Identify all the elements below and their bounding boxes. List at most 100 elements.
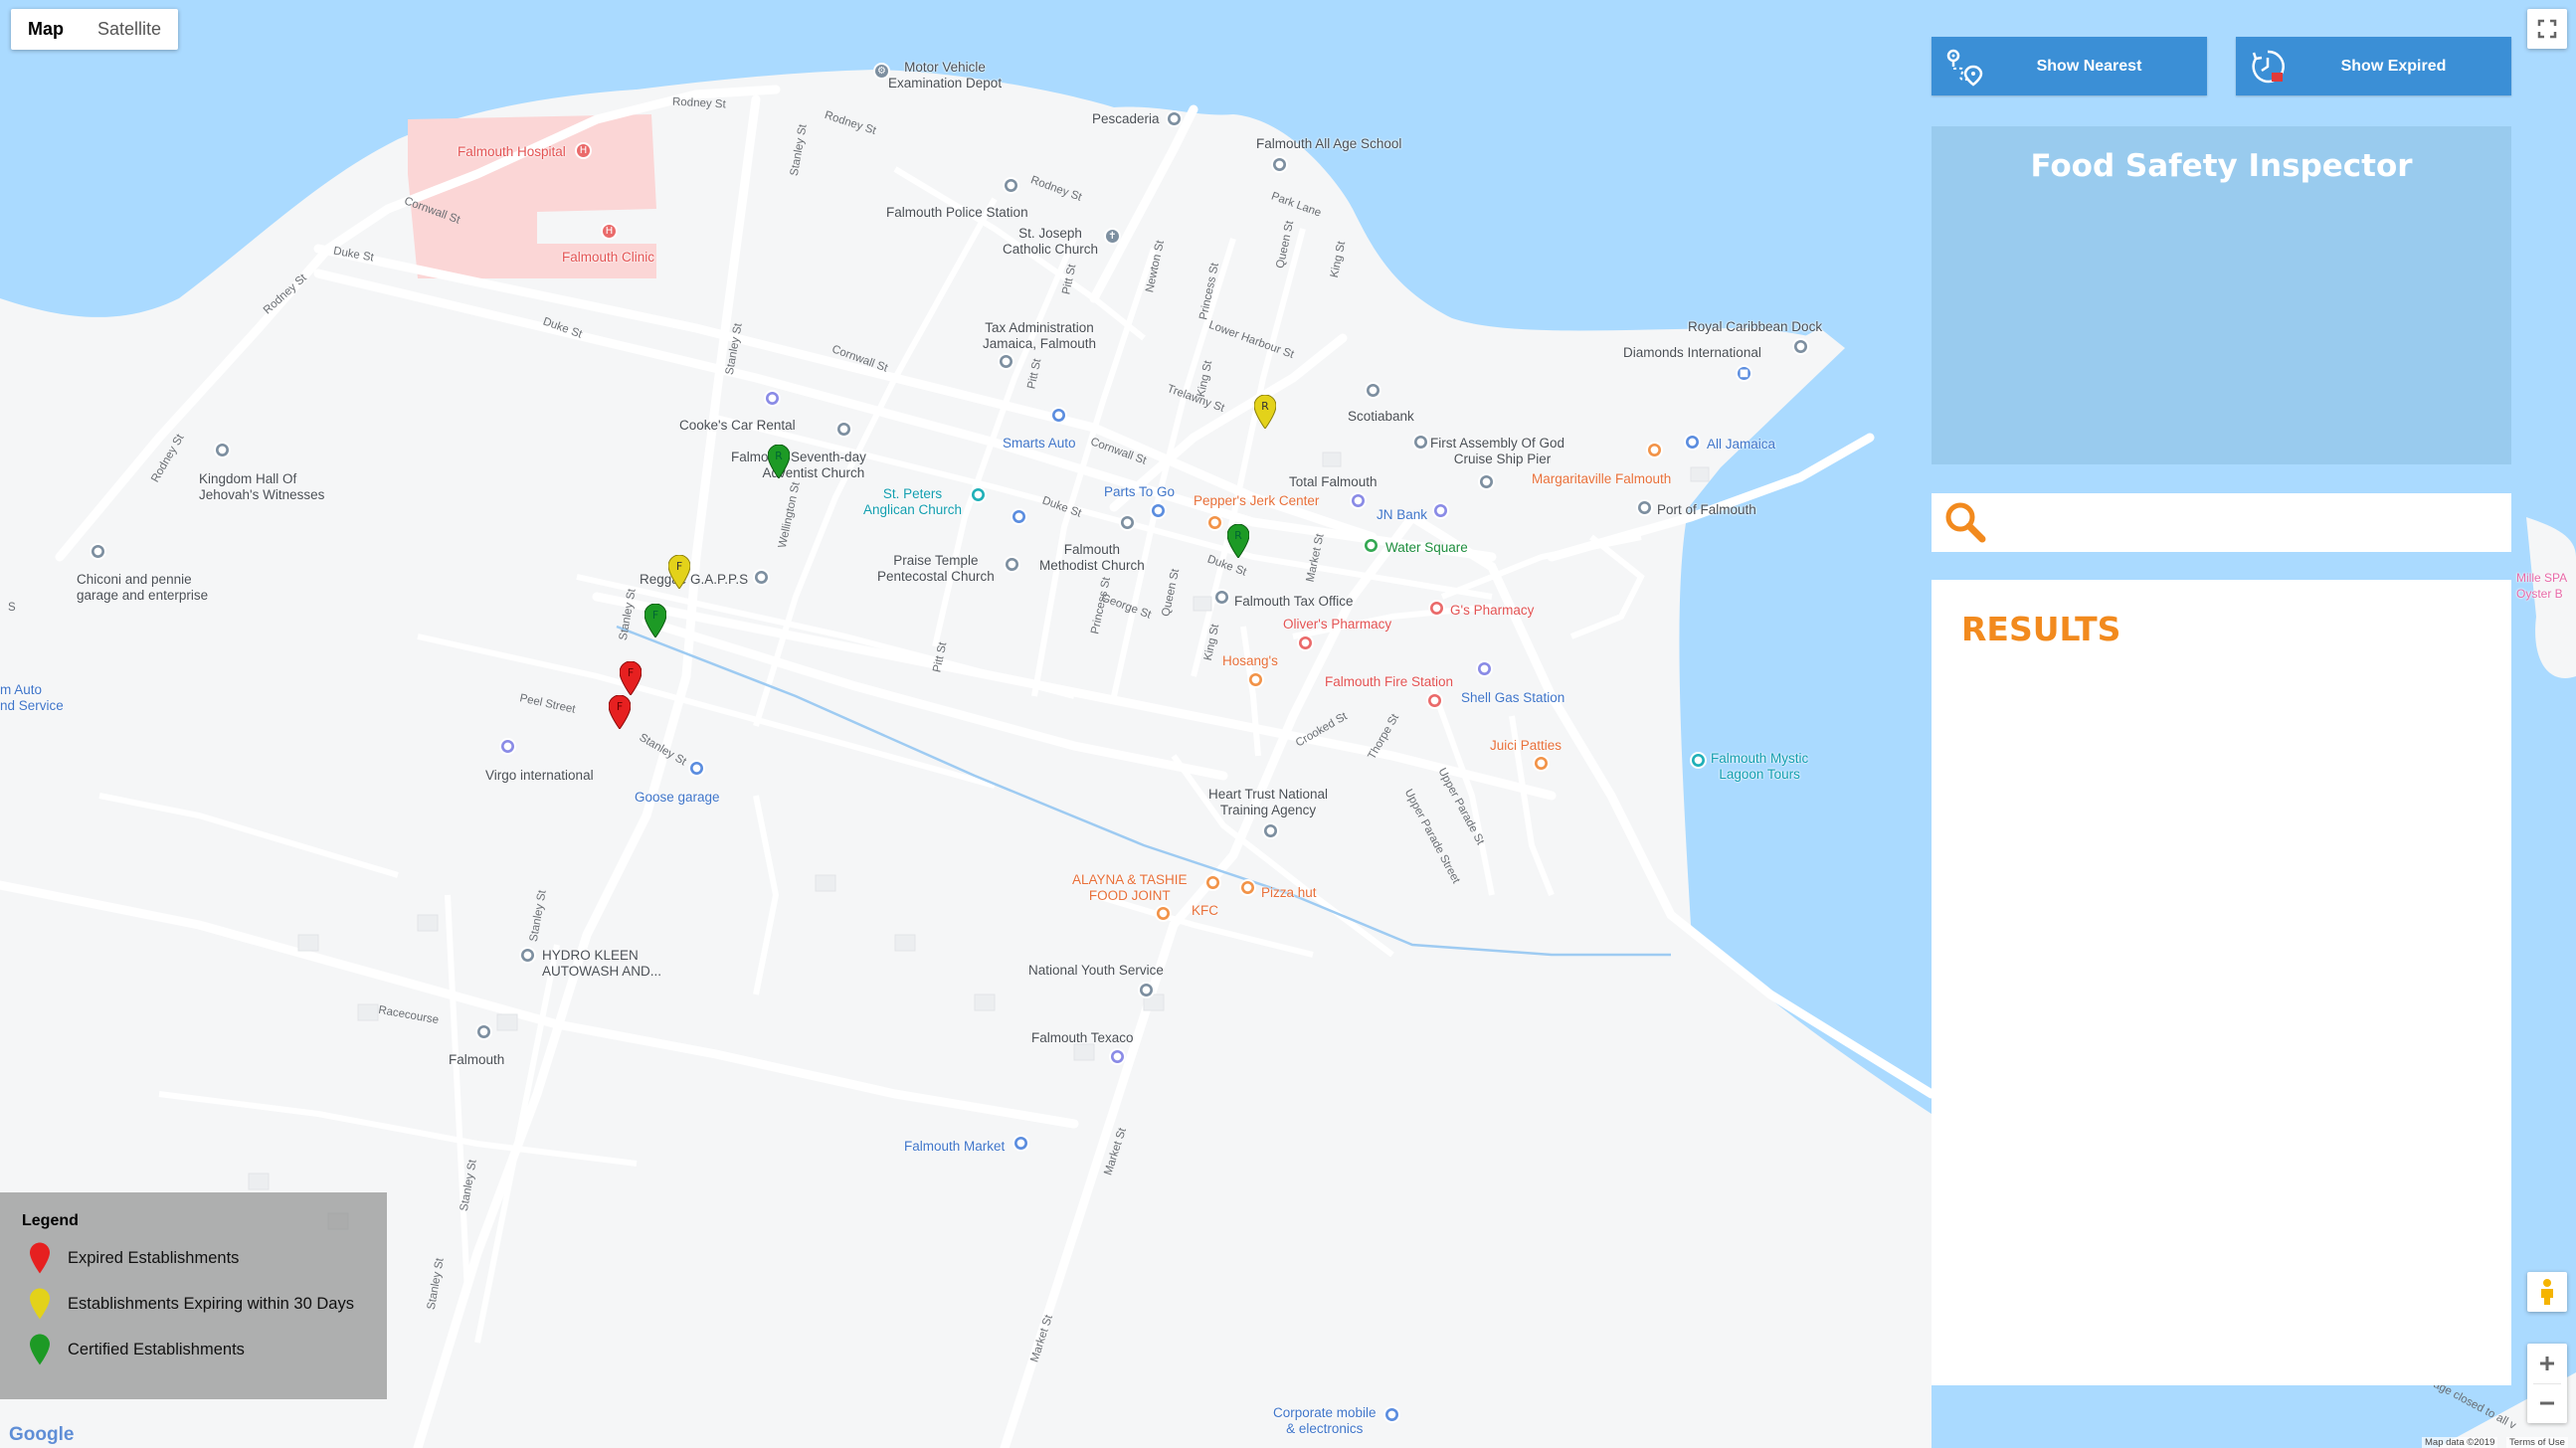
poi-label-jn-bank[interactable]: JN Bank [1377,507,1427,523]
poi-label-auto-service[interactable]: m Auto nd Service [0,682,64,714]
church-icon[interactable]: ● [1412,434,1429,451]
poi-label-all-jamaica[interactable]: All Jamaica [1707,437,1775,452]
fire-station-icon[interactable]: ● [1426,692,1443,709]
restaurant-icon[interactable]: ● [1204,874,1221,891]
poi-icon[interactable]: ● [499,738,516,755]
poi-icon[interactable]: ● [1690,752,1707,769]
church-icon[interactable]: ✝ [1104,228,1121,245]
school-icon[interactable]: ● [1271,156,1288,173]
establishment-marker[interactable]: F [667,554,691,590]
poi-label-st-peters[interactable]: St. Peters Anglican Church [863,486,962,518]
poi-label-virgo[interactable]: Virgo international [485,768,594,784]
shopping-icon[interactable]: ● [1684,434,1701,451]
poi-label-fire-station[interactable]: Falmouth Fire Station [1325,674,1453,690]
establishment-marker[interactable]: F [608,694,632,730]
poi-label-pizza-hut[interactable]: Pizza hut [1261,885,1317,901]
car-icon[interactable]: ● [764,390,781,407]
church-icon[interactable]: ● [214,442,231,458]
street-view-pegman[interactable] [2527,1272,2567,1312]
poi-label-praise-temple[interactable]: Praise Temple Pentecostal Church [877,553,995,585]
poi-icon[interactable]: ● [519,947,536,964]
poi-label-alayna[interactable]: ALAYNA & TASHIE FOOD JOINT [1072,872,1188,904]
poi-label-diamonds[interactable]: Diamonds International [1623,345,1761,361]
establishment-marker[interactable]: R [1226,523,1250,559]
poi-icon[interactable]: ● [753,569,770,586]
restaurant-icon[interactable]: ● [1533,755,1550,772]
poi-label-all-age-school[interactable]: Falmouth All Age School [1256,136,1401,152]
poi-label-heart-trust[interactable]: Heart Trust National Training Agency [1208,787,1328,818]
poi-label-chiconi[interactable]: Chiconi and pennie garage and enterprise [77,572,208,604]
establishment-marker[interactable]: R [1253,394,1277,430]
shopping-icon[interactable]: ● [1150,502,1167,519]
map-type-map-button[interactable]: Map [11,9,81,50]
poi-label-seventh-day[interactable]: Falmouth Seventh-day Adventist Church [731,450,866,481]
restaurant-icon[interactable]: ● [1206,514,1223,531]
poi-label-first-assembly[interactable]: First Assembly Of God Cruise Ship Pier [1430,436,1564,467]
poi-icon[interactable]: ● [1478,473,1495,490]
bank-icon[interactable]: ● [1432,502,1449,519]
school-icon[interactable]: ● [1262,822,1279,839]
poi-label-national-youth[interactable]: National Youth Service [1028,963,1164,979]
gas-station-icon[interactable]: ● [1476,660,1493,677]
poi-label-port-of-falmouth[interactable]: Port of Falmouth [1657,502,1756,518]
establishment-marker[interactable]: R [767,444,791,479]
search-input[interactable] [2001,501,2502,545]
car-icon[interactable]: ● [1050,407,1067,424]
poi-icon[interactable]: ● [1636,499,1653,516]
poi-label-pescaderia[interactable]: Pescaderia [1092,111,1160,127]
poi-label-spa[interactable]: Mille SPA Oyster B [2516,570,2567,602]
poi-label-hydro-kleen[interactable]: HYDRO KLEEN AUTOWASH AND... [542,948,661,980]
poi-label-falmouth-market[interactable]: Falmouth Market [904,1139,1005,1155]
restaurant-icon[interactable]: ● [1239,879,1256,896]
show-nearest-button[interactable]: Show Nearest [1932,37,2207,95]
establishment-marker[interactable]: F [619,660,643,696]
poi-label-royal-caribbean[interactable]: Royal Caribbean Dock [1688,319,1822,335]
zoom-out-button[interactable] [2527,1383,2567,1423]
poi-label-mystic[interactable]: Falmouth Mystic Lagoon Tours [1711,751,1808,783]
map-type-satellite-button[interactable]: Satellite [81,9,178,50]
poi-label-st-joseph[interactable]: St. Joseph Catholic Church [1003,226,1098,258]
poi-label-gs-pharmacy[interactable]: G's Pharmacy [1450,603,1534,619]
shopping-icon[interactable]: ● [1012,1135,1029,1152]
poi-label-kfc[interactable]: KFC [1192,903,1218,919]
church-icon[interactable]: ● [1004,556,1020,573]
poi-label-falmouth[interactable]: Falmouth [449,1052,504,1068]
shopping-icon[interactable]: ● [1383,1406,1400,1423]
poi-label-parts-to-go[interactable]: Parts To Go [1104,484,1175,500]
pharmacy-icon[interactable]: ● [1297,634,1314,651]
poi-icon[interactable]: ● [1003,177,1019,194]
poi-label-tax-office[interactable]: Falmouth Tax Office [1234,594,1354,610]
poi-label-hosangs[interactable]: Hosang's [1222,653,1278,669]
poi-label-methodist[interactable]: Falmouth Methodist Church [1039,542,1145,574]
poi-label-motor-vehicle[interactable]: Motor Vehicle Examination Depot [888,60,1002,91]
poi-icon[interactable]: ● [998,353,1014,370]
poi-label-reggae[interactable]: Reggae G.A.P.P.S [640,572,748,588]
gas-station-icon[interactable]: ● [1109,1048,1126,1065]
poi-icon[interactable]: ● [90,543,106,560]
bank-icon[interactable]: ● [1350,492,1367,509]
poi-icon[interactable]: ● [475,1023,492,1040]
establishment-marker[interactable]: F [644,603,667,638]
poi-label-olivers[interactable]: Oliver's Pharmacy [1283,617,1391,633]
poi-icon[interactable]: ● [1213,589,1230,606]
poi-icon[interactable]: ● [1166,110,1183,127]
poi-label-falmouth-texaco[interactable]: Falmouth Texaco [1031,1030,1134,1046]
restaurant-icon[interactable]: ● [1646,442,1663,458]
pharmacy-icon[interactable]: ● [1428,600,1445,617]
poi-label-scotiabank[interactable]: Scotiabank [1348,409,1414,425]
restaurant-icon[interactable]: ● [1247,671,1264,688]
search-icon[interactable] [1941,498,1989,546]
poi-label-goose[interactable]: Goose garage [635,790,720,806]
fullscreen-button[interactable] [2527,9,2567,49]
poi-label-cookes-car[interactable]: Cooke's Car Rental [679,418,796,434]
poi-label-falmouth-hospital[interactable]: Falmouth Hospital [458,144,566,160]
poi-label-falmouth-clinic[interactable]: Falmouth Clinic [562,250,654,266]
hospital-icon[interactable]: H [601,223,618,240]
restaurant-icon[interactable]: ● [1155,905,1172,922]
poi-label-police-station[interactable]: Falmouth Police Station [886,205,1028,221]
poi-label-smarts-auto[interactable]: Smarts Auto [1003,436,1076,452]
park-icon[interactable]: ● [1363,537,1380,554]
poi-label-kingdom-hall[interactable]: Kingdom Hall Of Jehovah's Witnesses [199,471,324,503]
poi-label-water-square[interactable]: Water Square [1385,540,1468,556]
terms-link[interactable]: Terms of Use [2506,1437,2568,1448]
